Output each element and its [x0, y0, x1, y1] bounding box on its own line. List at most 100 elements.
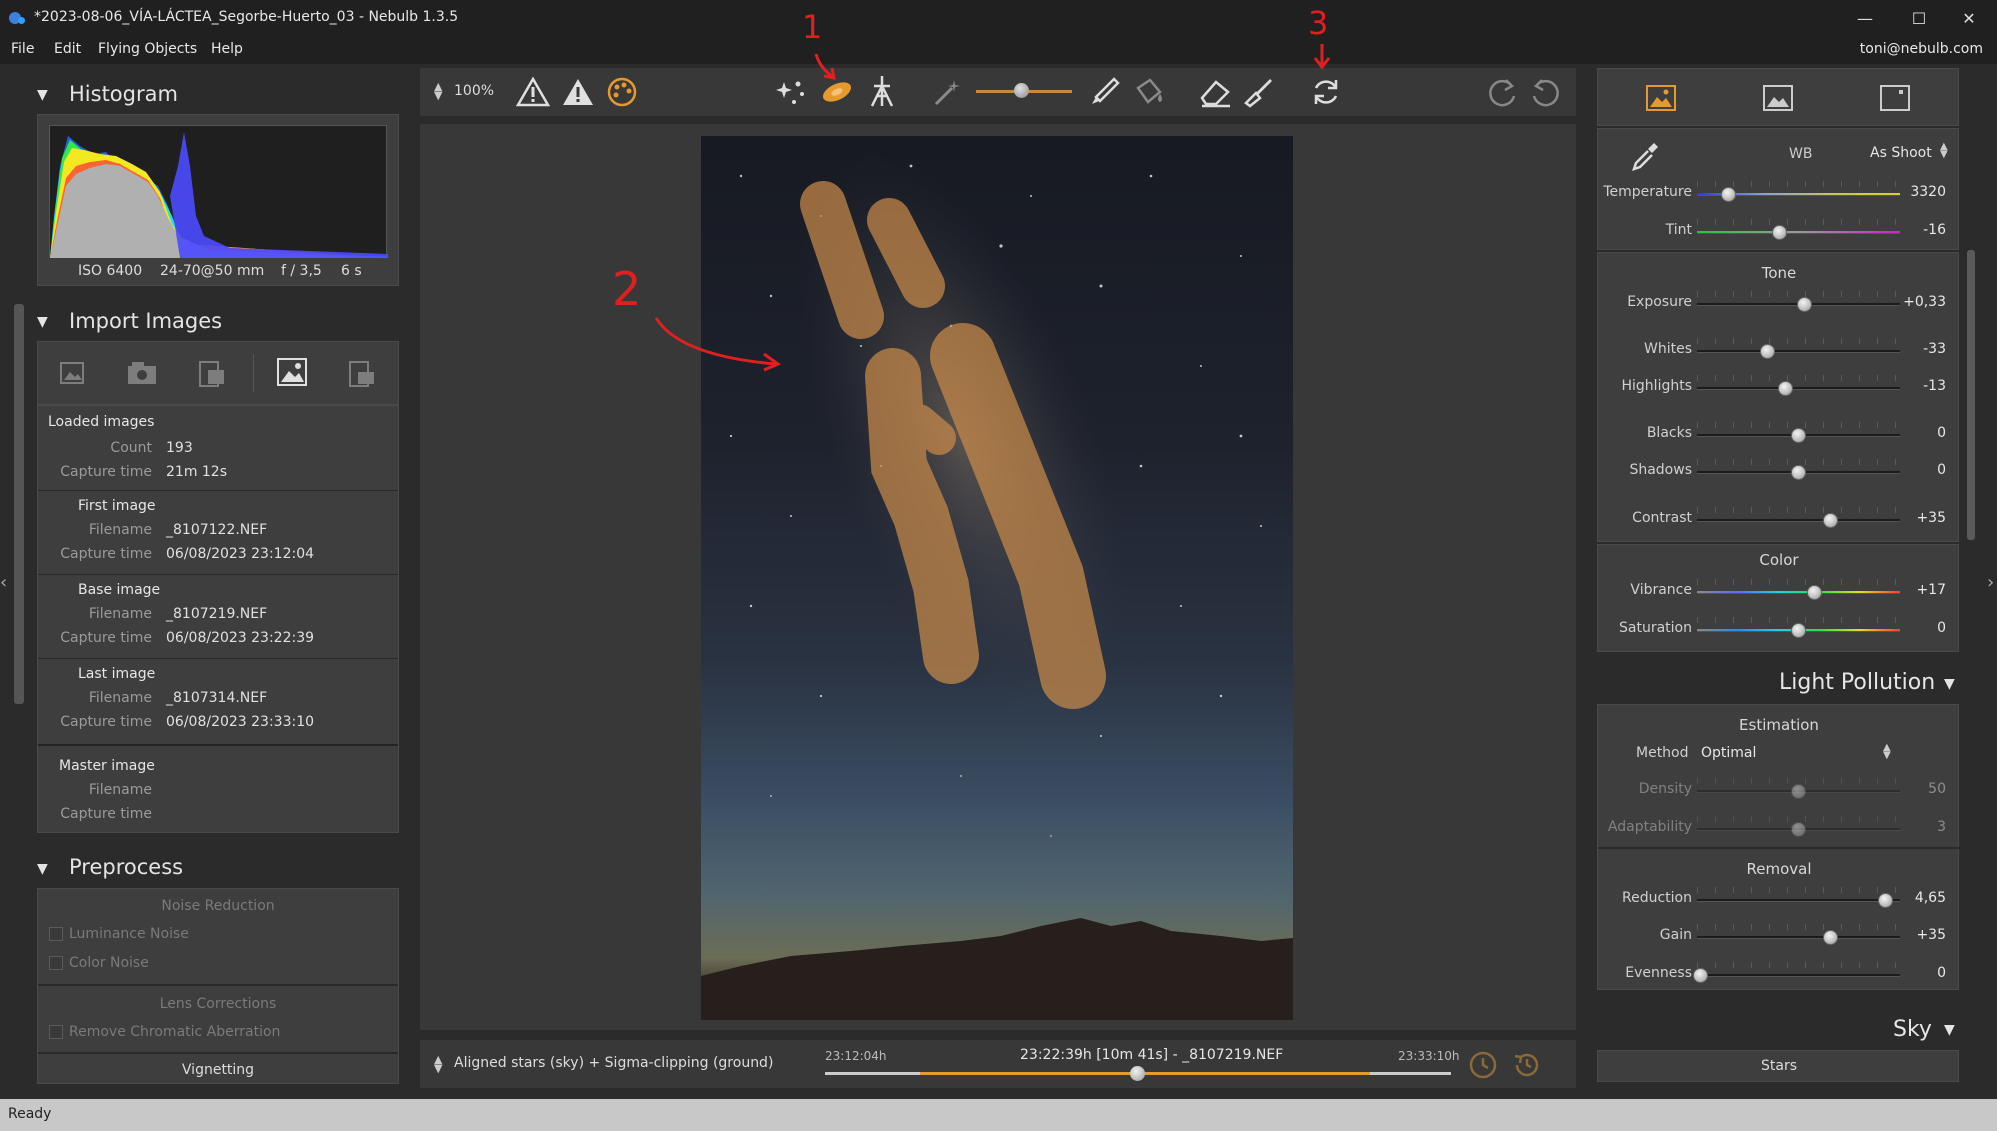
- undo-icon[interactable]: [1530, 76, 1562, 108]
- minimize-button[interactable]: —: [1842, 4, 1888, 32]
- sky-collapse-icon[interactable]: ▼: [1944, 1022, 1955, 1038]
- magic-wand-icon[interactable]: [932, 76, 964, 108]
- contrast-knob[interactable]: [1822, 513, 1838, 528]
- tint-slider[interactable]: [1697, 231, 1900, 234]
- method-stepper-icon[interactable]: ▲ ▼: [1883, 743, 1891, 761]
- eraser-icon[interactable]: [1198, 76, 1232, 108]
- histogram-collapse-icon[interactable]: ▼: [37, 87, 48, 103]
- shadows-knob[interactable]: [1790, 465, 1806, 480]
- wb-select[interactable]: As Shoot: [1870, 145, 1932, 161]
- exposure-value[interactable]: +0,33: [1896, 294, 1946, 310]
- develop-tab-icon[interactable]: [1645, 83, 1677, 113]
- whites-knob[interactable]: [1760, 344, 1776, 359]
- highlights-slider[interactable]: [1697, 387, 1900, 390]
- eyedropper-icon[interactable]: [1628, 139, 1662, 173]
- adaptability-value[interactable]: 3: [1896, 819, 1946, 835]
- stacking-mode[interactable]: Aligned stars (sky) + Sigma-clipping (gr…: [454, 1055, 773, 1071]
- maximize-button[interactable]: ☐: [1896, 4, 1942, 32]
- import-folder-icon[interactable]: [126, 358, 158, 388]
- evenness-value[interactable]: 0: [1896, 965, 1946, 981]
- brush-icon[interactable]: [1088, 76, 1120, 108]
- warning-outline-icon[interactable]: [516, 76, 550, 108]
- light-pollution-collapse-icon[interactable]: ▼: [1944, 676, 1955, 692]
- density-knob[interactable]: [1790, 784, 1806, 799]
- base-capture-label: Capture time: [60, 630, 152, 646]
- image-canvas[interactable]: [420, 124, 1576, 1030]
- method-select[interactable]: Optimal: [1701, 745, 1756, 761]
- annotation-2: 2: [612, 262, 642, 316]
- image-tab-icon[interactable]: [1762, 83, 1794, 113]
- crop-tab-icon[interactable]: [1879, 83, 1911, 113]
- blacks-value[interactable]: 0: [1896, 425, 1946, 441]
- redo-icon[interactable]: [1486, 76, 1518, 108]
- timeline-start: 23:12:04h: [825, 1049, 887, 1063]
- contrast-slider[interactable]: [1697, 519, 1900, 522]
- gain-slider[interactable]: [1697, 936, 1900, 939]
- exposure-knob[interactable]: [1796, 297, 1812, 312]
- collapse-left-icon[interactable]: ‹: [0, 572, 7, 593]
- gain-knob[interactable]: [1822, 930, 1838, 945]
- user-account[interactable]: toni@nebulb.com: [1860, 41, 1983, 57]
- astro-photo[interactable]: [701, 136, 1293, 1020]
- menu-file[interactable]: File: [11, 41, 34, 57]
- last-capture-label: Capture time: [60, 714, 152, 730]
- vibrance-slider[interactable]: [1697, 591, 1900, 594]
- reduction-knob[interactable]: [1877, 893, 1893, 908]
- refresh-icon[interactable]: [1310, 76, 1342, 108]
- fill-bucket-icon[interactable]: [1132, 76, 1166, 108]
- import-images-icon[interactable]: [58, 358, 88, 388]
- clock-reset-icon[interactable]: [1468, 1050, 1498, 1080]
- vibrance-value[interactable]: +17: [1896, 582, 1946, 598]
- reduction-slider[interactable]: [1697, 899, 1900, 902]
- first-capture-label: Capture time: [60, 546, 152, 562]
- tint-value[interactable]: -16: [1896, 222, 1946, 238]
- clock-history-icon[interactable]: [1512, 1050, 1542, 1080]
- collapse-right-icon[interactable]: ›: [1987, 572, 1994, 593]
- wb-stepper-icon[interactable]: ▲ ▼: [1940, 142, 1948, 160]
- menu-edit[interactable]: Edit: [54, 41, 81, 57]
- color-noise-checkbox[interactable]: [49, 956, 63, 970]
- evenness-slider[interactable]: [1697, 974, 1900, 977]
- adaptability-knob[interactable]: [1790, 822, 1806, 837]
- import-collapse-icon[interactable]: ▼: [37, 314, 48, 330]
- temperature-value[interactable]: 3320: [1896, 184, 1946, 200]
- stars-tool-icon[interactable]: [776, 76, 808, 108]
- vibrance-label: Vibrance: [1630, 582, 1692, 598]
- sky-title: Sky: [1893, 1017, 1932, 1042]
- luminance-noise-checkbox[interactable]: [49, 927, 63, 941]
- highlights-value[interactable]: -13: [1896, 378, 1946, 394]
- brush-size-knob[interactable]: [1014, 83, 1029, 98]
- import-clipboard-icon[interactable]: [196, 358, 226, 388]
- evenness-knob[interactable]: [1693, 968, 1709, 983]
- base-image-icon[interactable]: [276, 356, 308, 388]
- zoom-stepper-icon[interactable]: ▲ ▼: [434, 81, 442, 101]
- zoom-level[interactable]: 100%: [454, 83, 494, 99]
- whites-slider[interactable]: [1697, 350, 1900, 353]
- paste-image-icon[interactable]: [346, 358, 376, 388]
- erase-brush-icon[interactable]: [1242, 76, 1274, 108]
- palette-icon[interactable]: [606, 76, 638, 108]
- reduction-value[interactable]: 4,65: [1896, 890, 1946, 906]
- gain-value[interactable]: +35: [1896, 927, 1946, 943]
- histogram-lens: 24-70@50 mm: [160, 263, 265, 279]
- contrast-value[interactable]: +35: [1896, 510, 1946, 526]
- ground-tool-icon[interactable]: [866, 74, 898, 108]
- warning-filled-icon[interactable]: [561, 76, 595, 108]
- density-value[interactable]: 50: [1896, 781, 1946, 797]
- menu-flying-objects[interactable]: Flying Objects: [98, 41, 197, 57]
- preprocess-collapse-icon[interactable]: ▼: [37, 861, 48, 877]
- saturation-value[interactable]: 0: [1896, 620, 1946, 636]
- saturation-knob[interactable]: [1790, 623, 1806, 638]
- timeline-knob[interactable]: [1130, 1066, 1145, 1081]
- right-scrollbar[interactable]: [1967, 250, 1975, 540]
- left-scrollbar[interactable]: [14, 304, 24, 704]
- blacks-knob[interactable]: [1790, 428, 1806, 443]
- close-button[interactable]: ✕: [1946, 4, 1992, 32]
- shadows-label: Shadows: [1629, 462, 1692, 478]
- whites-value[interactable]: -33: [1896, 341, 1946, 357]
- menu-help[interactable]: Help: [211, 41, 243, 57]
- chromatic-aberration-checkbox[interactable]: [49, 1025, 63, 1039]
- mode-stepper-icon[interactable]: ▲ ▼: [434, 1054, 442, 1074]
- shadows-value[interactable]: 0: [1896, 462, 1946, 478]
- vibrance-knob[interactable]: [1806, 585, 1822, 600]
